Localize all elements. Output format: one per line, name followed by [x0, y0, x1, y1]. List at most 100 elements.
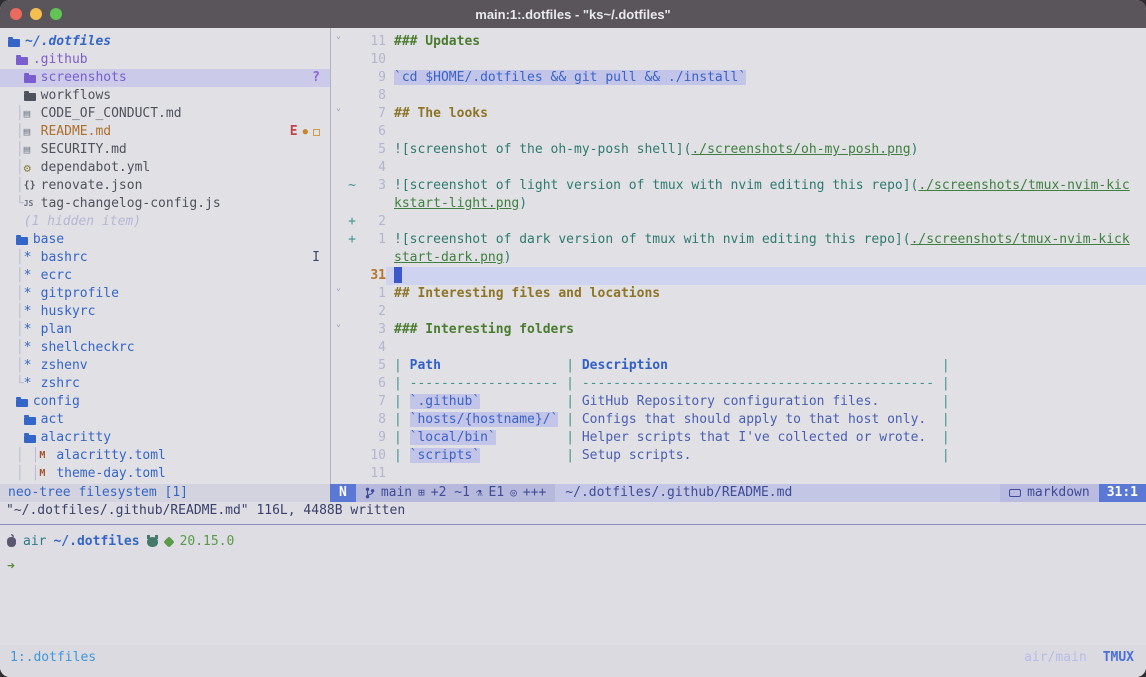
tree-item-config[interactable]: config [0, 393, 330, 411]
fold-icon[interactable] [331, 51, 346, 69]
editor-line[interactable]: kstart-light.png) [331, 195, 1146, 213]
editor-line[interactable]: 8| `hosts/{hostname}/` | Configs that sh… [331, 411, 1146, 429]
tree-item-tag-changelog-config-js[interactable]: └JStag-changelog-config.js [0, 195, 330, 213]
indent-guide: │ [8, 177, 24, 195]
editor-line[interactable]: 9`cd $HOME/.dotfiles && git pull && ./in… [331, 69, 1146, 87]
line-number: 6 [358, 375, 386, 393]
star-icon: * [24, 375, 41, 393]
tree-item-shellcheckrc[interactable]: │*shellcheckrc [0, 339, 330, 357]
editor-line[interactable]: 7| `.github` | GitHub Repository configu… [331, 393, 1146, 411]
editor-line[interactable]: 10| `scripts` | Setup scripts. | [331, 447, 1146, 465]
gear-icon: ⚙ [24, 159, 41, 177]
git-sign [346, 429, 358, 447]
line-text [386, 339, 1146, 357]
fold-icon[interactable] [331, 231, 346, 249]
fold-icon[interactable] [331, 393, 346, 411]
fold-icon[interactable]: ˅ [331, 285, 346, 303]
tree-item-zshrc[interactable]: └*zshrc [0, 375, 330, 393]
editor-line[interactable]: 6 [331, 123, 1146, 141]
editor-pane[interactable]: ˅ 11### Updates 10 9`cd $HOME/.dotfiles … [330, 28, 1146, 484]
fold-icon[interactable] [331, 123, 346, 141]
fold-icon[interactable] [331, 429, 346, 447]
fold-icon[interactable] [331, 69, 346, 87]
text-segment-plain [926, 412, 942, 427]
fold-icon[interactable] [331, 303, 346, 321]
fold-icon[interactable] [331, 267, 346, 285]
fold-icon[interactable] [331, 447, 346, 465]
tree-item-screenshots[interactable]: screenshots? [0, 69, 330, 87]
tree-item-code-of-conduct-md[interactable]: │▤CODE_OF_CONDUCT.md [0, 105, 330, 123]
editor-line[interactable]: ˅ 7## The looks [331, 105, 1146, 123]
tree-item-1-hidden-item[interactable]: (1 hidden item) [0, 213, 330, 231]
tree-item-github[interactable]: .github [0, 51, 330, 69]
editor-line[interactable]: 5![screenshot of the oh-my-posh shell](.… [331, 141, 1146, 159]
tree-item-readme-md[interactable]: │▤README.mdE● [0, 123, 330, 141]
star-icon: * [24, 339, 41, 357]
editor-line[interactable]: start-dark.png) [331, 249, 1146, 267]
tree-item-huskyrc[interactable]: │*huskyrc [0, 303, 330, 321]
fold-icon[interactable] [331, 141, 346, 159]
fold-icon[interactable] [331, 411, 346, 429]
tree-item-label: .github [33, 51, 88, 69]
tree-item-base[interactable]: base [0, 231, 330, 249]
tree-item-security-md[interactable]: │▤SECURITY.md [0, 141, 330, 159]
indent-guide [8, 231, 16, 249]
tree-item-alacritty[interactable]: alacritty [0, 429, 330, 447]
fold-icon[interactable] [331, 465, 346, 483]
tree-item-workflows[interactable]: workflows [0, 87, 330, 105]
fold-icon[interactable]: ˅ [331, 321, 346, 339]
editor-line[interactable]: 5| Path | Description | [331, 357, 1146, 375]
fold-icon[interactable] [331, 249, 346, 267]
git-sign [346, 465, 358, 483]
tree-item-label: README.md [41, 123, 111, 141]
tree-item-act[interactable]: act [0, 411, 330, 429]
tree-item-renovate-json[interactable]: │{}renovate.json [0, 177, 330, 195]
tree-item-label: gitprofile [41, 285, 119, 303]
tree-item-dotfiles[interactable]: ~/.dotfiles [0, 33, 330, 51]
fold-icon[interactable] [331, 375, 346, 393]
text-segment-pipe: | [566, 430, 582, 445]
editor-line[interactable]: 4 [331, 159, 1146, 177]
tree-item-ecrc[interactable]: │*ecrc [0, 267, 330, 285]
fold-icon[interactable] [331, 213, 346, 231]
fold-icon[interactable]: ˅ [331, 33, 346, 51]
md-icon: ▤ [24, 123, 41, 141]
line-number [358, 195, 386, 213]
fold-icon[interactable] [331, 177, 346, 195]
editor-line[interactable]: 4 [331, 339, 1146, 357]
fold-icon[interactable] [331, 195, 346, 213]
text-segment-pipe: | [566, 412, 582, 427]
fold-icon[interactable]: ˅ [331, 105, 346, 123]
shell-pane[interactable]: air ~/.dotfiles 20.15.0 ➜ [0, 524, 1146, 645]
editor-line[interactable]: 8 [331, 87, 1146, 105]
tree-item-theme-day-toml[interactable]: │ │Mtheme-day.toml [0, 465, 330, 483]
tree-item-plan[interactable]: │*plan [0, 321, 330, 339]
editor-line[interactable]: 10 [331, 51, 1146, 69]
git-sign: ~ [346, 177, 358, 195]
tree-item-gitprofile[interactable]: │*gitprofile [0, 285, 330, 303]
fold-icon[interactable] [331, 339, 346, 357]
editor-line[interactable]: +2 [331, 213, 1146, 231]
editor-line[interactable]: 9| `local/bin` | Helper scripts that I'v… [331, 429, 1146, 447]
editor-line[interactable]: 6| ------------------- | ---------------… [331, 375, 1146, 393]
fold-icon[interactable] [331, 159, 346, 177]
tmux-session-tab[interactable]: 1:.dotfiles [10, 649, 96, 667]
editor-line[interactable]: +1![screenshot of dark version of tmux w… [331, 231, 1146, 249]
editor-line[interactable]: ~3![screenshot of light version of tmux … [331, 177, 1146, 195]
git-sign [346, 447, 358, 465]
tree-item-bashrc[interactable]: │*bashrcI [0, 249, 330, 267]
editor-line[interactable]: ˅ 3### Interesting folders [331, 321, 1146, 339]
git-sign [346, 123, 358, 141]
editor-line[interactable]: 31 [331, 267, 1146, 285]
tree-item-alacritty-toml[interactable]: │ │Malacritty.toml [0, 447, 330, 465]
tree-item-dependabot-yml[interactable]: │⚙dependabot.yml [0, 159, 330, 177]
editor-line[interactable]: ˅ 11### Updates [331, 33, 1146, 51]
prompt-arrow: ➜ [7, 558, 1146, 576]
editor-line[interactable]: 11 [331, 465, 1146, 483]
text-segment-text: ) [504, 250, 512, 265]
editor-line[interactable]: 2 [331, 303, 1146, 321]
editor-line[interactable]: ˅ 1## Interesting files and locations [331, 285, 1146, 303]
fold-icon[interactable] [331, 87, 346, 105]
fold-icon[interactable] [331, 357, 346, 375]
tree-item-zshenv[interactable]: │*zshenv [0, 357, 330, 375]
